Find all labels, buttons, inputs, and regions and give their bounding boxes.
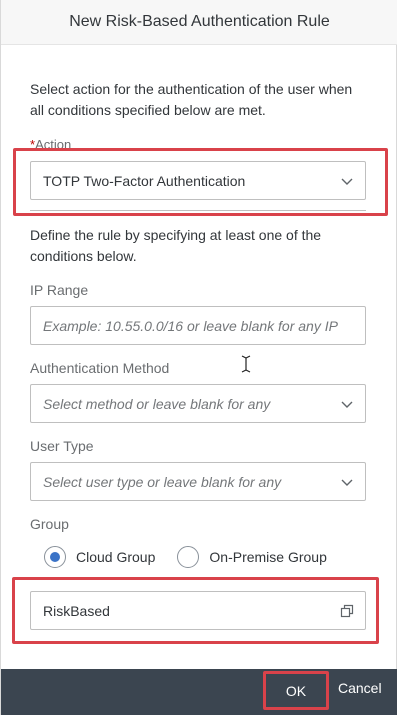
radio-dot (50, 552, 60, 562)
ip-range-placeholder: Example: 10.55.0.0/16 or leave blank for… (43, 317, 338, 334)
risk-rule-dialog: New Risk-Based Authentication Rule Selec… (0, 0, 397, 715)
ip-range-label: IP Range (30, 282, 89, 298)
user-type-placeholder: Select user type or leave blank for any (43, 473, 282, 490)
radio-cloud-group[interactable]: Cloud Group (44, 546, 155, 568)
radio-on-premise-group[interactable]: On-Premise Group (177, 546, 327, 568)
user-type-select[interactable]: Select user type or leave blank for any (30, 462, 366, 501)
dialog-header: New Risk-Based Authentication Rule (1, 0, 397, 45)
dialog-title: New Risk-Based Authentication Rule (69, 13, 330, 30)
chevron-down-icon[interactable] (337, 472, 357, 492)
ok-button[interactable]: OK (263, 671, 329, 710)
intro-text: Select action for the authentication of … (30, 81, 353, 118)
conditions-text: Define the rule by specifying at least o… (30, 227, 322, 264)
radio-label: On-Premise Group (209, 549, 327, 565)
auth-method-placeholder: Select method or leave blank for any (43, 395, 271, 412)
radio-button-unselected[interactable] (177, 546, 200, 568)
cancel-button[interactable]: Cancel (338, 680, 382, 696)
radio-button-selected[interactable] (44, 546, 66, 568)
auth-method-label: Authentication Method (30, 360, 170, 376)
text-cursor-icon (241, 355, 251, 373)
user-type-label: User Type (30, 438, 94, 454)
group-highlight-box (12, 577, 379, 644)
ip-range-input[interactable]: Example: 10.55.0.0/16 or leave blank for… (30, 306, 366, 345)
radio-label: Cloud Group (76, 549, 156, 565)
chevron-down-icon[interactable] (337, 394, 357, 414)
group-radio-group: Cloud Group On-Premise Group (44, 546, 349, 568)
action-highlight-box (13, 148, 388, 216)
auth-method-select[interactable]: Select method or leave blank for any (30, 384, 366, 423)
group-label: Group (30, 516, 69, 532)
